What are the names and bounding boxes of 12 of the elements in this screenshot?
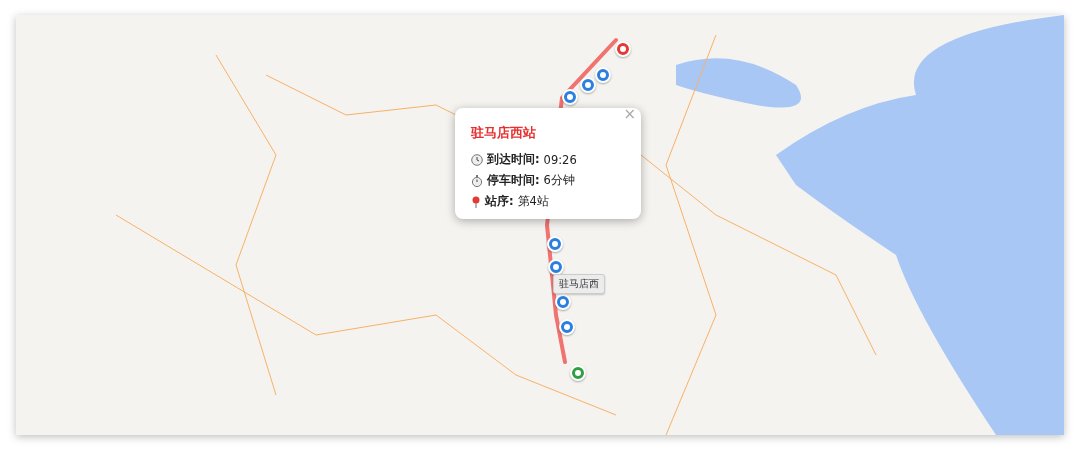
stopwatch-icon: [471, 174, 483, 187]
info-value: 09:26: [543, 152, 577, 167]
info-label: 停车时间:: [487, 173, 540, 188]
station-tooltip: 驻马店西: [553, 274, 605, 294]
info-value: 6分钟: [543, 173, 575, 188]
info-value: 第4站: [517, 194, 549, 209]
clock-icon: [471, 153, 483, 166]
info-label: 到达时间:: [487, 152, 540, 167]
pin-icon: [471, 195, 481, 208]
station-title: 驻马店西站: [471, 124, 537, 142]
info-label: 站序:: [485, 194, 514, 209]
close-button[interactable]: ×: [620, 105, 639, 123]
